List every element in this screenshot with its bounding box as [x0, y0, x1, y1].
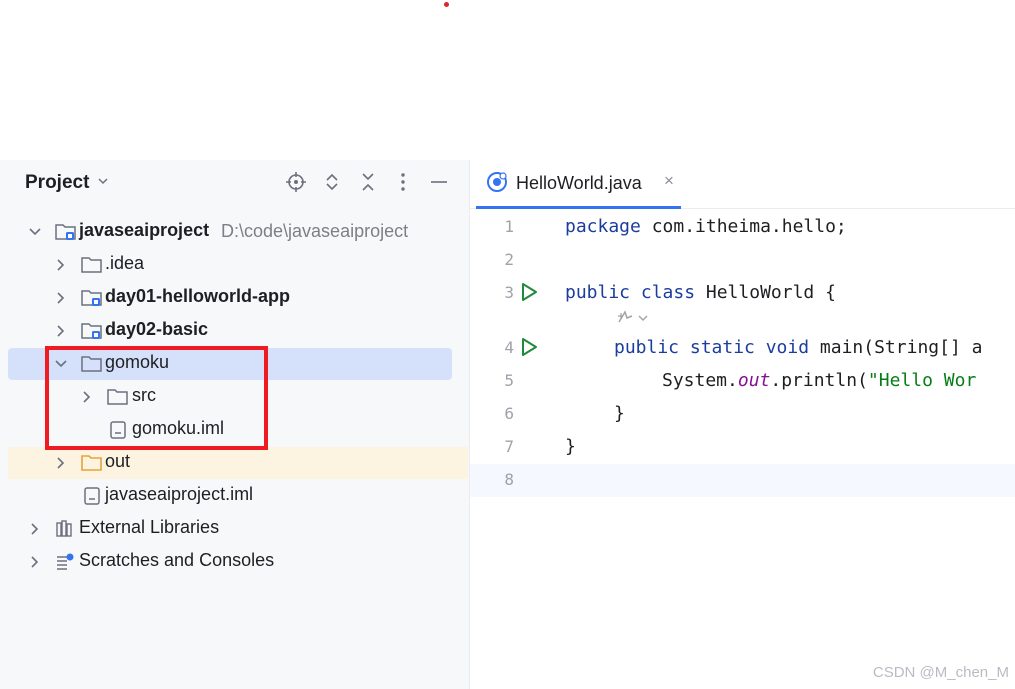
tree-item-label: day02-basic: [105, 319, 209, 339]
iml-file-icon: [82, 486, 102, 511]
java-class-icon: [486, 171, 508, 198]
tree-item-idea[interactable]: .idea: [8, 249, 452, 281]
code-line[interactable]: 2: [470, 244, 1015, 277]
project-panel-header: Project: [0, 160, 469, 204]
project-path: D:\code\javaseaiproject: [221, 221, 409, 241]
code-text: main(String[] a: [809, 337, 983, 358]
chevron-right-icon[interactable]: [28, 522, 42, 541]
chevron-right-icon[interactable]: [28, 555, 42, 574]
line-number: 6: [504, 404, 514, 423]
editor-panel: HelloWorld.java × 1 package com.itheima.…: [470, 160, 1015, 689]
line-number: 8: [504, 470, 514, 489]
code-text: HelloWorld {: [695, 282, 836, 303]
chevron-right-icon[interactable]: [54, 258, 68, 277]
code-line-current[interactable]: 8: [470, 464, 1015, 497]
module-folder-icon: [54, 222, 78, 247]
tree-item-external-libraries[interactable]: External Libraries: [8, 513, 452, 545]
excluded-folder-icon: [80, 453, 104, 478]
tree-item-label: day01-helloworld-app: [105, 286, 291, 306]
tree-item-out[interactable]: out: [8, 447, 468, 479]
minimize-icon[interactable]: [427, 170, 451, 194]
watermark: CSDN @M_chen_M: [872, 664, 1009, 681]
locate-icon[interactable]: [284, 170, 308, 194]
tree-item-label: .idea: [105, 253, 145, 273]
code-text: com.itheima.hello;: [640, 216, 847, 237]
active-tab-indicator: [476, 206, 681, 209]
annotation-box: [45, 346, 268, 450]
code-line[interactable]: 6 }: [470, 398, 1015, 431]
tree-item-javaseaiproject[interactable]: javaseaiproject D:\code\javaseaiproject: [8, 216, 452, 248]
red-dot: [444, 2, 449, 7]
chevron-down-icon[interactable]: [28, 225, 42, 244]
ai-hint-icon[interactable]: [615, 308, 649, 333]
line-number: 3: [504, 283, 514, 302]
close-icon[interactable]: ×: [664, 171, 674, 191]
line-number: 7: [504, 437, 514, 456]
code-line[interactable]: 1 package com.itheima.hello;: [470, 211, 1015, 244]
code-text: .println(: [770, 370, 868, 391]
tree-item-day01[interactable]: day01-helloworld-app: [8, 282, 452, 314]
code-line[interactable]: 3 public class HelloWorld {: [470, 277, 1015, 310]
keyword: public static void: [614, 337, 810, 358]
tab-helloworld-java[interactable]: HelloWorld.java ×: [476, 160, 681, 209]
tree-item-scratches[interactable]: Scratches and Consoles: [8, 546, 452, 578]
folder-icon: [80, 255, 104, 280]
scratches-icon: [54, 552, 76, 577]
line-number: 1: [504, 217, 514, 236]
code-text[interactable]: package com.itheima.hello;: [565, 216, 847, 237]
tree-item-label: External Libraries: [79, 517, 220, 537]
project-panel-title[interactable]: Project: [25, 172, 89, 194]
tree-item-label: javaseaiproject.iml: [105, 484, 254, 504]
static-field: out: [737, 370, 771, 391]
tab-label: HelloWorld.java: [516, 173, 642, 193]
keyword: package: [565, 216, 641, 237]
editor-tabbar: HelloWorld.java ×: [470, 160, 1015, 209]
code-text: System.: [662, 370, 738, 391]
module-folder-icon: [80, 321, 104, 346]
code-line[interactable]: 7 }: [470, 431, 1015, 464]
libraries-icon: [54, 519, 76, 544]
code-line[interactable]: 4 public static void main(String[] a: [470, 332, 1015, 365]
line-number: 2: [504, 250, 514, 269]
tree-item-javaseaiproject-iml[interactable]: javaseaiproject.iml: [8, 480, 452, 512]
run-icon[interactable]: [519, 282, 539, 307]
chevron-down-icon[interactable]: [96, 174, 110, 193]
code-text: }: [614, 403, 625, 424]
collapse-all-icon[interactable]: [356, 170, 380, 194]
code-text[interactable]: System.out.println("Hello Wor: [662, 370, 976, 391]
code-text: }: [565, 436, 576, 457]
chevron-right-icon[interactable]: [54, 324, 68, 343]
line-number: 5: [504, 371, 514, 390]
module-folder-icon: [80, 288, 104, 313]
tree-item-label: out: [105, 451, 131, 471]
code-text[interactable]: public static void main(String[] a: [614, 337, 982, 358]
chevron-right-icon[interactable]: [54, 456, 68, 475]
code-text[interactable]: public class HelloWorld {: [565, 282, 836, 303]
tree-item-label: javaseaiproject: [79, 220, 210, 240]
tree-item-label: Scratches and Consoles: [79, 550, 275, 570]
string-literal: "Hello Wor: [867, 370, 977, 391]
run-icon[interactable]: [519, 337, 539, 362]
chevron-right-icon[interactable]: [54, 291, 68, 310]
tree-item-day02[interactable]: day02-basic: [8, 315, 452, 347]
line-number: 4: [504, 338, 514, 357]
code-line[interactable]: 5 System.out.println("Hello Wor: [470, 365, 1015, 398]
more-icon[interactable]: [391, 170, 415, 194]
keyword: public class: [565, 282, 696, 303]
expand-collapse-icon[interactable]: [320, 170, 344, 194]
